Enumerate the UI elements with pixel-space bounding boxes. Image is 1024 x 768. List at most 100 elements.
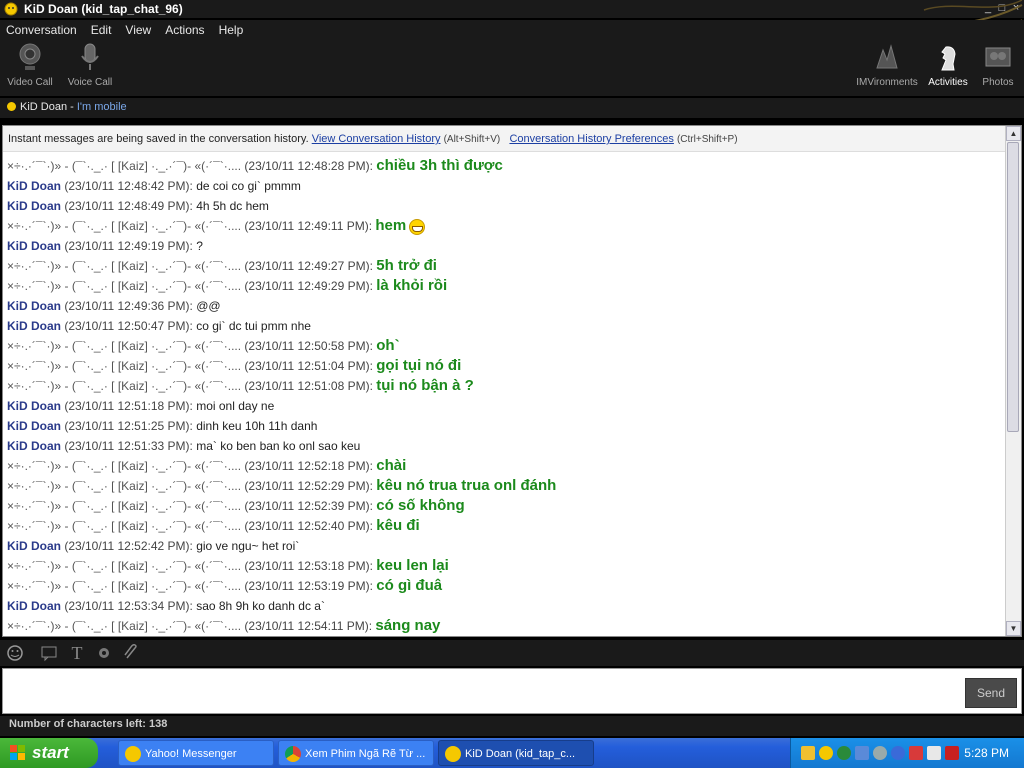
message-sender: ×÷·.·´¯`·)» - (¯`·._.· [ [Kaiz] ·._.·´¯)… <box>7 579 245 593</box>
scroll-down-arrow[interactable]: ▼ <box>1006 621 1021 636</box>
clock: 5:28 PM <box>964 746 1009 760</box>
message-row: ×÷·.·´¯`·)» - (¯`·._.· [ [Kaiz] ·._.·´¯)… <box>7 496 1003 516</box>
message-text: tụi nó bận à ? <box>376 377 474 394</box>
message-row: ×÷·.·´¯`·)» - (¯`·._.· [ [Kaiz] ·._.·´¯)… <box>7 556 1003 576</box>
message-sender: KiD Doan <box>7 239 61 253</box>
lightning-tray-icon[interactable] <box>891 746 905 760</box>
app-tray-icon[interactable] <box>909 746 923 760</box>
mail-tray-icon[interactable] <box>801 746 815 760</box>
emoticon-icon[interactable] <box>6 644 24 662</box>
message-sender: KiD Doan <box>7 399 61 413</box>
message-text: hem <box>375 217 407 234</box>
voice-call-label: Voice Call <box>67 77 113 88</box>
menu-help[interactable]: Help <box>219 20 244 40</box>
antivirus-tray-icon[interactable] <box>927 746 941 760</box>
message-timestamp: (23/10/11 12:49:27 PM): <box>244 259 377 273</box>
imvironments-button[interactable]: IMVironments <box>852 42 922 88</box>
taskbar-item-yahoo-messenger[interactable]: Yahoo! Messenger <box>118 740 274 766</box>
message-text: có gì đuâ <box>376 577 443 594</box>
message-text: chiều 3h thì được <box>376 157 503 174</box>
message-timestamp: (23/10/11 12:48:42 PM): <box>61 179 197 193</box>
message-timestamp: (23/10/11 12:51:18 PM): <box>61 399 197 413</box>
message-sender: KiD Doan <box>7 419 61 433</box>
shield-tray-icon[interactable] <box>873 746 887 760</box>
globe-tray-icon[interactable] <box>837 746 851 760</box>
message-timestamp: (23/10/11 12:48:49 PM): <box>61 199 197 213</box>
menu-conversation[interactable]: Conversation <box>6 20 77 40</box>
message-text: kêu nó trua trua onl đánh <box>376 477 557 494</box>
message-text: de coi co gi` pmmm <box>196 179 301 193</box>
message-timestamp: (23/10/11 12:52:39 PM): <box>244 499 377 513</box>
text-format-icon[interactable]: T <box>68 644 86 662</box>
send-button[interactable]: Send <box>965 678 1017 708</box>
message-text: sáng nay <box>375 617 441 634</box>
history-preferences-shortcut: (Ctrl+Shift+P) <box>676 134 738 145</box>
message-sender: ×÷·.·´¯`·)» - (¯`·._.· [ [Kaiz] ·._.·´¯)… <box>7 359 245 373</box>
status-message[interactable]: I'm mobile <box>77 101 127 113</box>
message-timestamp: (23/10/11 12:52:42 PM): <box>61 539 197 553</box>
taskbar-item-browser[interactable]: Xem Phim Ngã Rẽ Từ ... <box>278 740 434 766</box>
yahoo-tray-icon[interactable] <box>819 746 833 760</box>
network-tray-icon[interactable] <box>855 746 869 760</box>
message-row: ×÷·.·´¯`·)» - (¯`·._.· [ [Kaiz] ·._.·´¯)… <box>7 336 1003 356</box>
menu-actions[interactable]: Actions <box>165 20 204 40</box>
message-row: KiD Doan (23/10/11 12:51:18 PM): moi onl… <box>7 396 1003 416</box>
taskbar-item-chat-window[interactable]: KiD Doan (kid_tap_c... <box>438 740 594 766</box>
message-text: là khỏi rồi <box>376 277 448 294</box>
message-text: keu len lại <box>376 557 449 574</box>
message-timestamp: (23/10/11 12:53:19 PM): <box>244 579 377 593</box>
history-preferences-link[interactable]: Conversation History Preferences <box>509 133 673 145</box>
scroll-up-arrow[interactable]: ▲ <box>1006 126 1021 141</box>
paperclip-icon[interactable] <box>122 644 140 662</box>
message-row: KiD Doan (23/10/11 12:53:34 PM): sao 8h … <box>7 596 1003 616</box>
start-button[interactable]: start <box>0 738 98 768</box>
scroll-thumb[interactable] <box>1007 142 1019 432</box>
message-sender: ×÷·.·´¯`·)» - (¯`·._.· [ [Kaiz] ·._.·´¯)… <box>7 259 245 273</box>
conversation-pane[interactable]: Instant messages are being saved in the … <box>2 125 1022 637</box>
menu-bar: Conversation Edit View Actions Help <box>0 20 1024 40</box>
message-text: sao 8h 9h ko danh dc a` <box>196 599 325 613</box>
voice-call-button[interactable]: Voice Call <box>60 42 120 88</box>
message-timestamp: (23/10/11 12:53:18 PM): <box>244 559 377 573</box>
contact-name: KiD Doan <box>20 101 68 113</box>
message-timestamp: (23/10/11 12:54:11 PM): <box>244 619 376 633</box>
audible-icon[interactable] <box>40 644 58 662</box>
activities-label: Activities <box>928 77 968 88</box>
volume-tray-icon[interactable] <box>945 746 959 760</box>
message-row: ×÷·.·´¯`·)» - (¯`·._.· [ [Kaiz] ·._.·´¯)… <box>7 256 1003 276</box>
message-sender: ×÷·.·´¯`·)» - (¯`·._.· [ [Kaiz] ·._.·´¯)… <box>7 159 245 173</box>
message-timestamp: (23/10/11 12:49:11 PM): <box>244 219 376 233</box>
message-row: KiD Doan (23/10/11 12:49:36 PM): @@ <box>7 296 1003 316</box>
message-list: ×÷·.·´¯`·)» - (¯`·._.· [ [Kaiz] ·._.·´¯)… <box>7 156 1003 636</box>
message-timestamp: (23/10/11 12:53:34 PM): <box>61 599 197 613</box>
settings-icon[interactable] <box>95 644 113 662</box>
message-input-area[interactable]: Send <box>2 668 1022 714</box>
imvironments-label: IMVironments <box>856 77 918 88</box>
menu-view[interactable]: View <box>125 20 151 40</box>
message-timestamp: (23/10/11 12:48:28 PM): <box>244 159 377 173</box>
message-timestamp: (23/10/11 12:51:04 PM): <box>244 359 377 373</box>
activities-button[interactable]: Activities <box>920 42 976 88</box>
contact-status-line: KiD Doan - I'm mobile <box>0 98 1024 118</box>
message-timestamp: (23/10/11 12:51:08 PM): <box>244 379 377 393</box>
message-sender: ×÷·.·´¯`·)» - (¯`·._.· [ [Kaiz] ·._.·´¯)… <box>7 279 245 293</box>
contact-status: KiD Doan - I'm mobile <box>20 101 127 113</box>
menu-edit[interactable]: Edit <box>91 20 112 40</box>
message-row: ×÷·.·´¯`·)» - (¯`·._.· [ [Kaiz] ·._.·´¯)… <box>7 216 1003 236</box>
photos-icon <box>985 47 1011 67</box>
message-sender: ×÷·.·´¯`·)» - (¯`·._.· [ [Kaiz] ·._.·´¯)… <box>7 379 245 393</box>
message-sender: KiD Doan <box>7 439 61 453</box>
start-label: start <box>32 743 69 762</box>
message-text: dinh keu 10h 11h danh <box>196 419 318 433</box>
message-sender: ×÷·.·´¯`·)» - (¯`·._.· [ [Kaiz] ·._.·´¯)… <box>7 339 245 353</box>
message-timestamp: (23/10/11 12:52:29 PM): <box>244 479 377 493</box>
photos-label: Photos <box>982 77 1014 88</box>
photos-button[interactable]: Photos <box>972 42 1024 88</box>
message-row: KiD Doan (23/10/11 12:50:47 PM): co gi` … <box>7 316 1003 336</box>
view-history-link[interactable]: View Conversation History <box>312 133 441 145</box>
microphone-icon <box>81 43 99 70</box>
video-call-button[interactable]: Video Call <box>0 42 60 88</box>
vertical-scrollbar[interactable]: ▲ ▼ <box>1005 126 1021 636</box>
system-tray: 5:28 PM <box>790 738 1024 768</box>
character-count: Number of characters left: 138 <box>0 716 1024 736</box>
